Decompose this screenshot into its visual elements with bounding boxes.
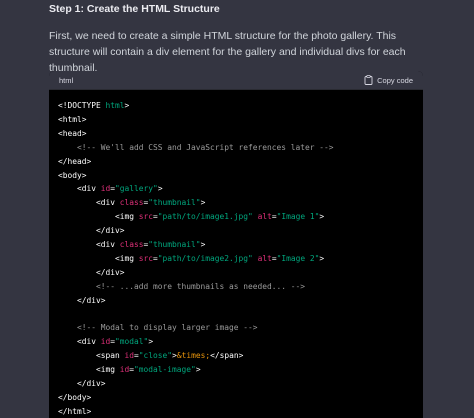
code-token: </span>: [210, 351, 244, 361]
code-line: <!-- Modal to display larger image -->: [58, 321, 423, 335]
code-header: html Copy code: [49, 71, 423, 90]
code-token: src: [138, 212, 154, 222]
code-line: <span id="close">&times;</span>: [58, 349, 423, 363]
step-intro: First, we need to create a simple HTML s…: [49, 30, 406, 74]
code-token: "thumbnail": [148, 198, 201, 208]
code-token: </div>: [58, 267, 125, 277]
code-token: <!-- We'll add CSS and JavaScript refere…: [58, 142, 334, 152]
code-line: <body>: [58, 169, 423, 183]
code-token: "Image 1": [276, 212, 320, 222]
code-token: "gallery": [115, 184, 158, 194]
code-token: alt: [257, 253, 272, 263]
code-token: >: [157, 184, 163, 194]
code-token: >: [148, 337, 154, 347]
code-token: </div>: [58, 226, 125, 236]
code-line: <div class="thumbnail">: [58, 196, 423, 210]
code-token: <div: [58, 184, 101, 194]
code-token: <head>: [58, 128, 87, 138]
code-token: </body>: [58, 393, 92, 403]
code-line: </div>: [58, 377, 423, 391]
code-token: <div: [58, 198, 120, 208]
code-line: </body>: [58, 391, 423, 405]
code-token: "path/to/image2.jpg": [157, 253, 253, 263]
code-line: <!DOCTYPE html>: [58, 99, 423, 113]
clipboard-icon: [364, 75, 373, 85]
code-token: id: [119, 365, 130, 375]
chat-message: Step 1: Create the HTML Structure First,…: [0, 0, 474, 418]
code-token: html: [105, 101, 125, 110]
code-line: </html>: [58, 405, 423, 418]
code-token: <img: [58, 253, 139, 263]
copy-code-label: Copy code: [377, 75, 413, 85]
code-token: "thumbnail": [148, 240, 201, 250]
code-token: <div: [58, 337, 101, 347]
code-line: <html>: [58, 113, 423, 127]
code-token: <!DOCTYPE: [58, 101, 106, 110]
code-token: >: [200, 240, 206, 250]
code-block: html Copy code <!DOCTYPE html> <html> <hea…: [49, 71, 423, 418]
code-token: <span: [58, 351, 125, 361]
code-language: html: [59, 75, 74, 85]
code-line: </div>: [58, 224, 423, 238]
code-line: <div id="gallery">: [58, 182, 423, 196]
step-heading: Step 1: Create the HTML Structure: [49, 3, 220, 15]
code-line: <div class="thumbnail">: [58, 238, 423, 252]
code-line: <img src="path/to/image2.jpg" alt="Image…: [58, 252, 423, 266]
code-line: <div id="modal">: [58, 335, 423, 349]
code-token: id: [100, 184, 111, 194]
code-token: &times;: [176, 351, 211, 361]
code-token: >: [124, 101, 130, 110]
code-content: <!DOCTYPE html> <html> <head> <!-- We'll a…: [49, 90, 423, 418]
code-line: </div>: [58, 266, 423, 280]
code-token: </div>: [58, 379, 106, 389]
code-token: class: [119, 240, 144, 250]
code-token: id: [124, 351, 135, 361]
code-token: </head>: [58, 156, 92, 166]
code-token: >: [319, 212, 325, 222]
code-token: <html>: [58, 114, 87, 124]
code-line: <!-- We'll add CSS and JavaScript refere…: [58, 141, 423, 155]
code-line: <img src="path/to/image1.jpg" alt="Image…: [58, 210, 423, 224]
code-token: >: [319, 253, 325, 263]
code-token: >: [200, 198, 206, 208]
code-token: id: [100, 337, 111, 347]
code-token: <!-- ...add more thumbnails as needed...…: [58, 281, 306, 291]
copy-code-button[interactable]: Copy code: [364, 75, 413, 85]
code-line: </div>: [58, 294, 423, 308]
code-token: "Image 2": [276, 253, 320, 263]
code-line: <!-- ...add more thumbnails as needed...…: [58, 280, 423, 294]
code-token: </div>: [58, 295, 106, 305]
code-token: "close": [138, 351, 173, 361]
code-token: </html>: [58, 406, 92, 416]
code-token: "path/to/image1.jpg": [157, 212, 253, 222]
code-token: <body>: [58, 170, 87, 180]
code-line: <head>: [58, 127, 423, 141]
code-token: "modal": [115, 337, 149, 347]
code-token: >: [195, 365, 201, 375]
code-token: <img: [58, 365, 120, 375]
code-token: <img: [58, 212, 139, 222]
code-line: <img id="modal-image">: [58, 363, 423, 377]
code-line: </head>: [58, 155, 423, 169]
code-token: src: [138, 253, 154, 263]
code-token: <!-- Modal to display larger image -->: [58, 323, 258, 333]
code-token: alt: [257, 212, 272, 222]
code-token: class: [119, 198, 144, 208]
code-token: "modal-image": [134, 365, 196, 375]
code-token: <div: [58, 240, 120, 250]
